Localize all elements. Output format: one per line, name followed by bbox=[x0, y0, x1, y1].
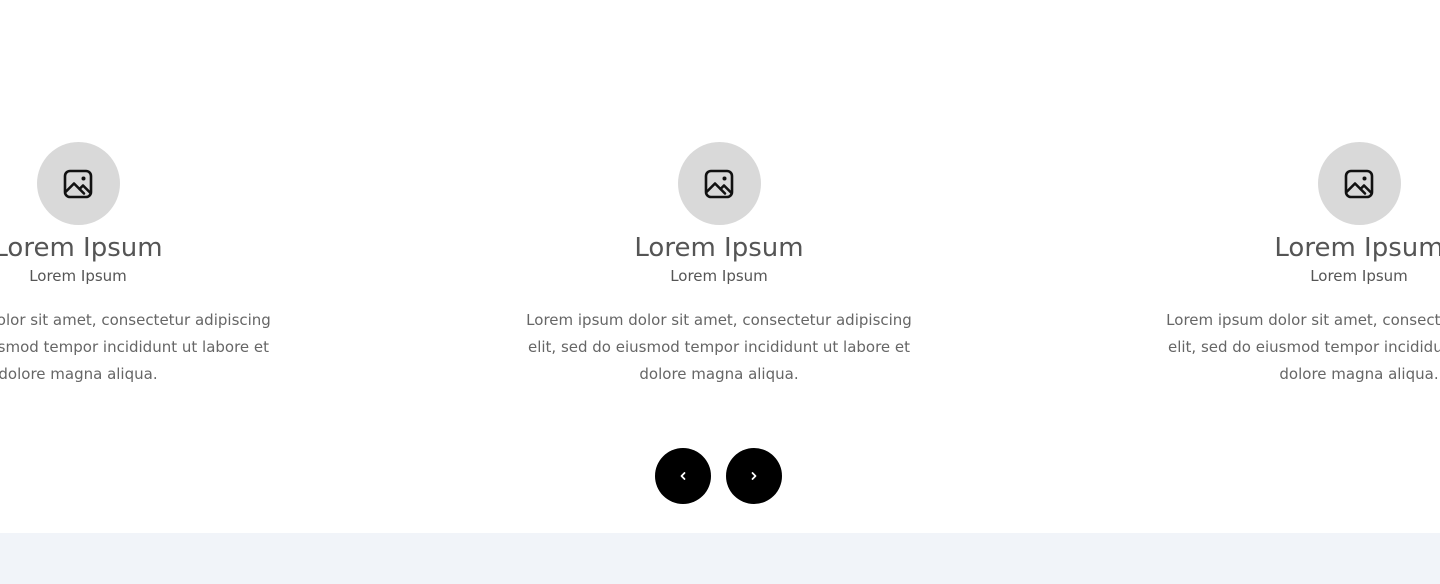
slide-description-line: elit, sed do eiusmod tempor incididunt u… bbox=[1167, 338, 1440, 356]
image-icon bbox=[63, 169, 93, 198]
slide-title: Lorem Ipsum bbox=[1274, 233, 1440, 263]
image-icon bbox=[1344, 169, 1374, 198]
slide-icon-circle bbox=[36, 142, 120, 225]
carousel-next-button[interactable] bbox=[726, 448, 782, 504]
slide-description: Lorem ipsum dolor sit amet, consectetur … bbox=[0, 307, 278, 388]
slide-subtitle: Lorem Ipsum bbox=[29, 267, 127, 285]
slide-description: Lorem ipsum dolor sit amet, consectetur … bbox=[1159, 307, 1440, 388]
chevron-right-icon bbox=[751, 472, 757, 480]
page: Lorem Ipsum Lorem Ipsum Lorem ipsum dolo… bbox=[0, 0, 1440, 584]
slide-subtitle: Lorem Ipsum bbox=[1310, 267, 1408, 285]
chevron-left-icon bbox=[680, 472, 686, 480]
slide-description: Lorem ipsum dolor sit amet, consectetur … bbox=[519, 307, 919, 388]
testimonial-carousel: Lorem Ipsum Lorem Ipsum Lorem ipsum dolo… bbox=[0, 0, 1440, 533]
slide-icon-circle bbox=[677, 142, 761, 225]
slide-icon-circle bbox=[1317, 142, 1401, 225]
slide-description-line: Lorem ipsum dolor sit amet, consectetur … bbox=[1166, 311, 1440, 329]
slide-description-line: Lorem ipsum dolor sit amet, consectetur … bbox=[0, 311, 271, 329]
slide-title: Lorem Ipsum bbox=[0, 233, 163, 263]
slide-description-line: Lorem ipsum dolor sit amet, consectetur … bbox=[526, 311, 912, 329]
slide-subtitle: Lorem Ipsum bbox=[670, 267, 768, 285]
slide-description-line: elit, sed do eiusmod tempor incididunt u… bbox=[527, 338, 911, 356]
slide-description-line: dolore magna aliqua. bbox=[1279, 365, 1439, 383]
slide-title: Lorem Ipsum bbox=[634, 233, 804, 263]
slide-description-line: dolore magna aliqua. bbox=[639, 365, 799, 383]
carousel-slide: Lorem Ipsum Lorem Ipsum Lorem ipsum dolo… bbox=[1159, 142, 1440, 388]
carousel-slide: Lorem Ipsum Lorem Ipsum Lorem ipsum dolo… bbox=[0, 142, 278, 388]
carousel-prev-button[interactable] bbox=[655, 448, 711, 504]
slide-description-line: elit, sed do eiusmod tempor incididunt u… bbox=[0, 338, 270, 356]
carousel-slide: Lorem Ipsum Lorem Ipsum Lorem ipsum dolo… bbox=[519, 142, 919, 388]
slide-description-line: dolore magna aliqua. bbox=[0, 365, 158, 383]
image-icon bbox=[704, 169, 734, 198]
next-section-band bbox=[0, 533, 1440, 584]
